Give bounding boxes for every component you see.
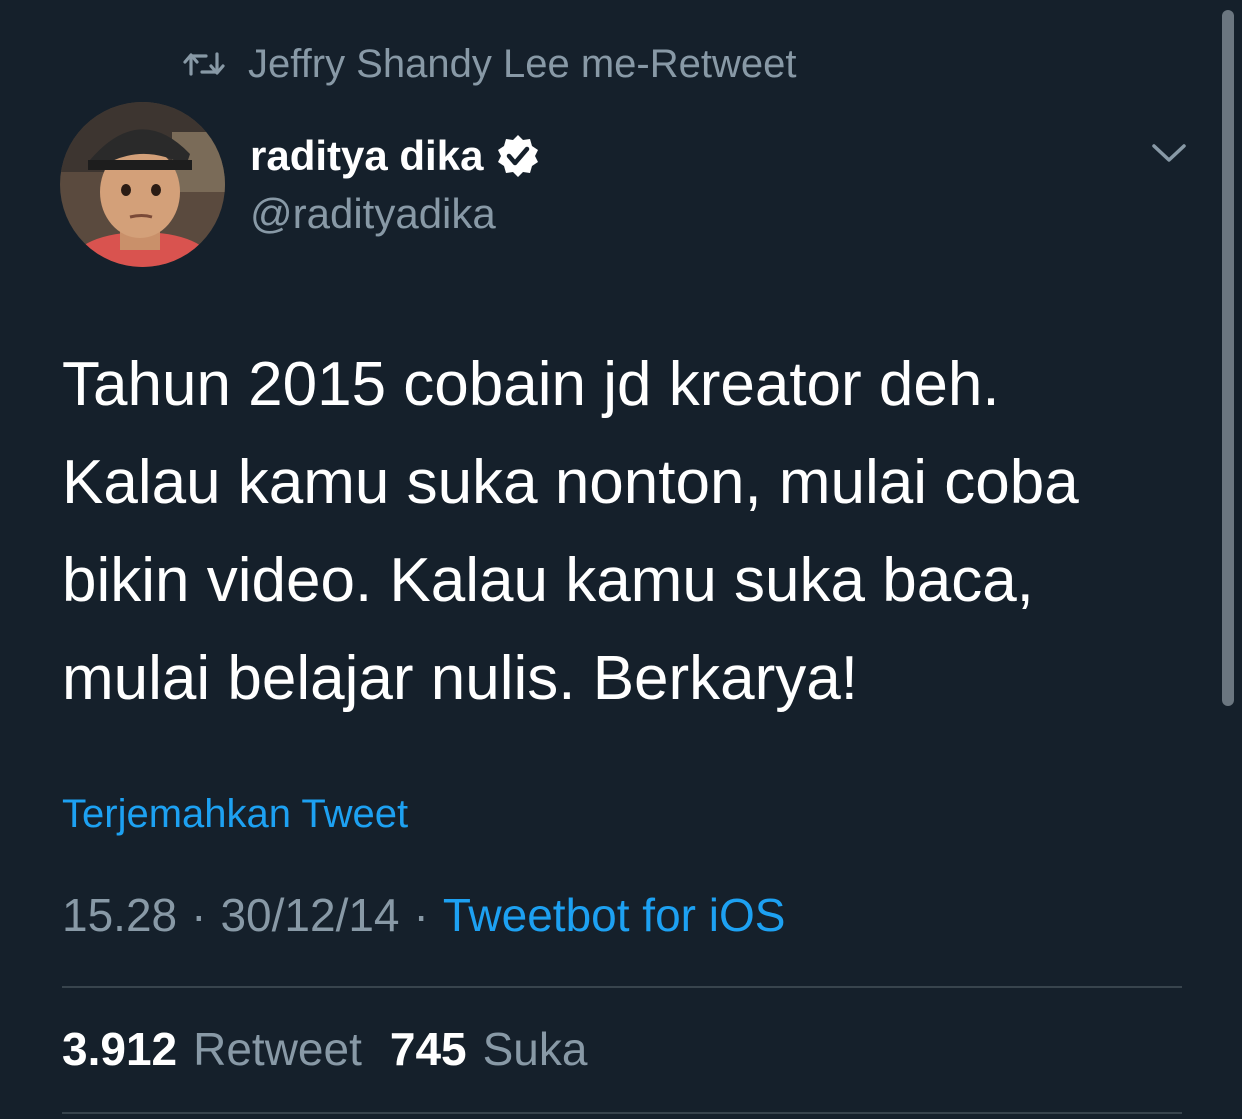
divider bbox=[62, 1112, 1182, 1114]
chevron-down-icon[interactable] bbox=[1148, 138, 1190, 168]
display-name[interactable]: raditya dika bbox=[250, 132, 483, 180]
meta-separator: · bbox=[413, 889, 429, 941]
avatar[interactable] bbox=[60, 102, 225, 267]
retweet-icon bbox=[183, 52, 225, 76]
tweet-text-line: mulai belajar nulis. Berkarya! bbox=[62, 644, 859, 713]
translate-tweet-link[interactable]: Terjemahkan Tweet bbox=[62, 792, 408, 837]
retweeted-by-text: Jeffry Shandy Lee me-Retweet bbox=[248, 41, 797, 86]
divider bbox=[62, 986, 1182, 988]
retweets-stat[interactable]: 3.912 Retweet bbox=[62, 1022, 362, 1076]
meta-separator: · bbox=[191, 889, 207, 941]
tweet-text-line: Kalau kamu suka nonton, mulai coba bbox=[62, 448, 1079, 517]
tweet-text-line: bikin video. Kalau kamu suka baca, bbox=[62, 546, 1034, 615]
scrollbar[interactable] bbox=[1222, 10, 1234, 706]
tweet-source-link[interactable]: Tweetbot for iOS bbox=[443, 888, 786, 942]
tweet-time[interactable]: 15.28 bbox=[62, 888, 177, 942]
avatar-photo bbox=[60, 102, 225, 267]
tweet-date[interactable]: 30/12/14 bbox=[220, 888, 399, 942]
likes-stat[interactable]: 745 Suka bbox=[390, 1022, 588, 1076]
retweet-count: 3.912 bbox=[62, 1023, 178, 1075]
tweet-text-line: Tahun 2015 cobain jd kreator deh. bbox=[62, 350, 1000, 419]
tweet-stats: 3.912 Retweet 745 Suka bbox=[62, 1022, 587, 1076]
like-count: 745 bbox=[389, 1023, 467, 1075]
tweet-text: Tahun 2015 cobain jd kreator deh. Kalau … bbox=[62, 336, 1172, 728]
tweet-meta: 15.28 · 30/12/14 · Tweetbot for iOS bbox=[62, 888, 785, 942]
retweet-context[interactable]: Jeffry Shandy Lee me-Retweet bbox=[182, 38, 796, 90]
author-name-row[interactable]: raditya dika bbox=[250, 128, 541, 184]
author-handle[interactable]: @radityadika bbox=[250, 190, 496, 238]
like-label: Suka bbox=[482, 1023, 588, 1075]
verified-badge-icon bbox=[498, 135, 539, 177]
retweet-label: Retweet bbox=[193, 1023, 362, 1075]
